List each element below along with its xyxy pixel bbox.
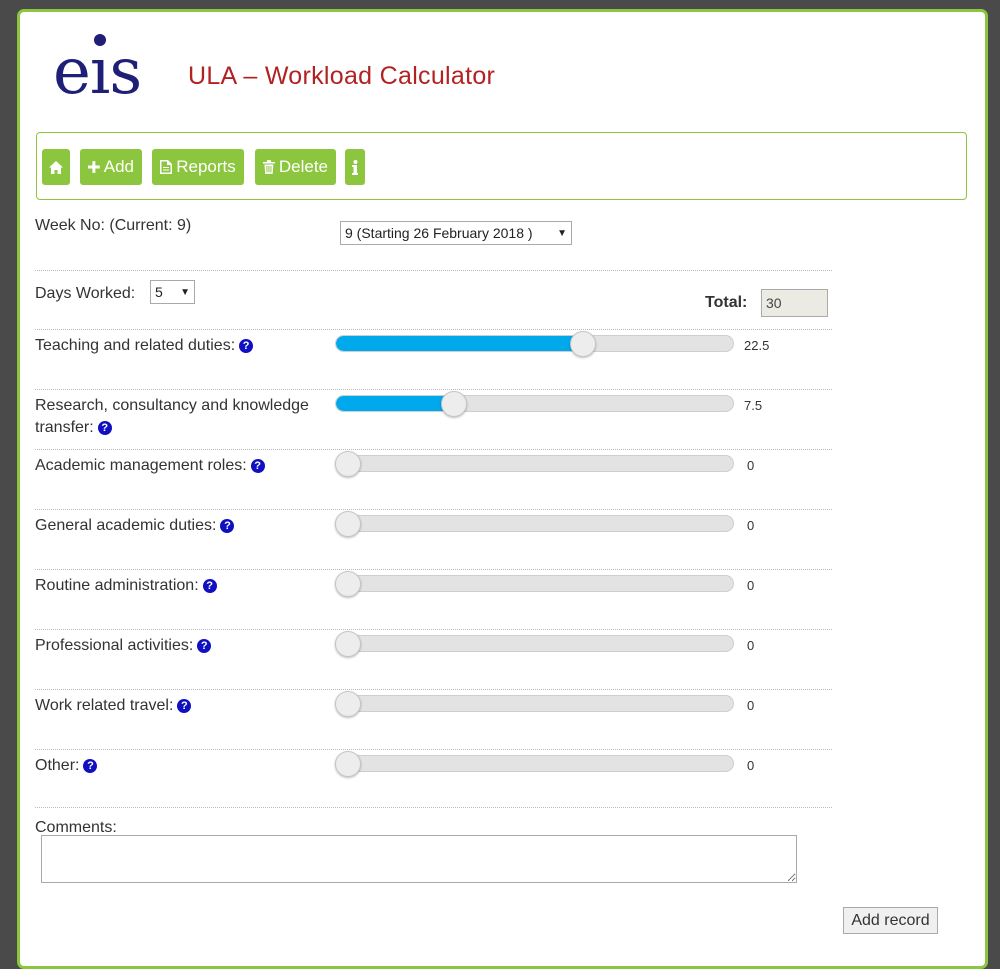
dropdown-arrow-icon: ▼ bbox=[180, 286, 190, 298]
slider-value: 0 bbox=[747, 518, 755, 533]
slider-value: 0 bbox=[747, 638, 755, 653]
divider bbox=[35, 389, 832, 390]
slider-label-text: Work related travel: bbox=[35, 697, 174, 714]
divider bbox=[35, 569, 832, 570]
slider-label-line1: Research, consultancy and knowledge bbox=[35, 397, 309, 414]
slider-label: Other:? bbox=[35, 755, 98, 777]
trash-icon bbox=[263, 160, 275, 174]
help-icon[interactable]: ? bbox=[220, 519, 235, 533]
divider bbox=[35, 449, 832, 450]
help-icon[interactable]: ? bbox=[197, 639, 212, 653]
slider-value: 0 bbox=[747, 698, 755, 713]
add-button[interactable]: Add bbox=[80, 149, 142, 185]
reports-button[interactable]: Reports bbox=[152, 149, 244, 185]
slider-fill bbox=[336, 396, 456, 411]
slider-value: 22.5 bbox=[744, 338, 770, 353]
slider-handle[interactable] bbox=[335, 691, 361, 717]
days-worked-select[interactable]: 5 ▼ bbox=[150, 280, 195, 304]
help-icon[interactable]: ? bbox=[239, 339, 254, 353]
slider-label: Routine administration:? bbox=[35, 575, 217, 597]
slider-track[interactable] bbox=[335, 395, 734, 412]
slider-fill bbox=[336, 336, 584, 351]
slider-label-text: Professional activities: bbox=[35, 637, 194, 654]
eis-logo: eı s bbox=[53, 34, 142, 109]
slider-handle[interactable] bbox=[441, 391, 468, 417]
info-icon bbox=[352, 159, 358, 175]
divider bbox=[35, 749, 832, 750]
slider-handle[interactable] bbox=[335, 511, 361, 537]
slider-value: 0 bbox=[747, 578, 755, 593]
delete-label: Delete bbox=[278, 157, 328, 176]
add-label: Add bbox=[103, 157, 134, 176]
total-label: Total: bbox=[705, 294, 748, 311]
slider-handle[interactable] bbox=[335, 751, 361, 777]
slider-handle[interactable] bbox=[335, 571, 361, 597]
slider-track[interactable] bbox=[335, 335, 734, 352]
slider-label-line2: transfer: bbox=[35, 419, 94, 436]
divider bbox=[35, 629, 832, 630]
slider-label-text: General academic duties: bbox=[35, 517, 217, 534]
delete-button[interactable]: Delete bbox=[255, 149, 336, 185]
home-button[interactable] bbox=[42, 149, 70, 185]
help-icon[interactable]: ? bbox=[202, 579, 217, 593]
slider-label-text: Other: bbox=[35, 757, 80, 774]
slider-value: 0 bbox=[747, 758, 755, 773]
week-select[interactable]: 9 (Starting 26 February 2018 ) ▼ bbox=[340, 221, 572, 245]
divider bbox=[35, 689, 832, 690]
toolbar: Add Reports Delete bbox=[36, 132, 967, 200]
document-icon bbox=[160, 160, 173, 174]
app-window: eı s ULA – Workload Calculator Add Report… bbox=[17, 9, 988, 969]
slider-label-text: Routine administration: bbox=[35, 577, 199, 594]
days-worked-label: Days Worked: bbox=[35, 285, 136, 302]
help-icon[interactable]: ? bbox=[97, 421, 112, 435]
slider-value: 0 bbox=[747, 458, 755, 473]
slider-label: Teaching and related duties:? bbox=[35, 335, 254, 357]
slider-label-text: Teaching and related duties: bbox=[35, 337, 236, 354]
slider-handle[interactable] bbox=[569, 331, 596, 357]
plus-icon bbox=[88, 161, 100, 173]
slider-value: 7.5 bbox=[744, 398, 763, 413]
slider-label: Professional activities:? bbox=[35, 635, 212, 657]
slider-label: Research, consultancy and knowledge trans… bbox=[35, 395, 309, 439]
slider-handle[interactable] bbox=[335, 451, 361, 477]
add-record-button[interactable]: Add record bbox=[843, 907, 938, 934]
total-field: 30 bbox=[761, 289, 828, 317]
slider-track[interactable] bbox=[335, 755, 734, 772]
reports-label: Reports bbox=[176, 157, 236, 176]
help-icon[interactable]: ? bbox=[83, 759, 98, 773]
slider-handle[interactable] bbox=[335, 631, 361, 657]
divider bbox=[35, 807, 832, 808]
days-worked-value: 5 bbox=[155, 284, 163, 300]
home-icon bbox=[49, 160, 63, 174]
slider-track[interactable] bbox=[335, 455, 734, 472]
slider-track[interactable] bbox=[335, 575, 734, 592]
slider-label-text: Academic management roles: bbox=[35, 457, 247, 474]
slider-track[interactable] bbox=[335, 515, 734, 532]
dropdown-arrow-icon: ▼ bbox=[557, 227, 567, 239]
week-label: Week No: (Current: 9) bbox=[35, 217, 192, 234]
slider-track[interactable] bbox=[335, 695, 734, 712]
slider-label: Academic management roles:? bbox=[35, 455, 265, 477]
slider-track[interactable] bbox=[335, 635, 734, 652]
slider-label: General academic duties:? bbox=[35, 515, 235, 537]
divider bbox=[35, 270, 832, 271]
slider-label: Work related travel:? bbox=[35, 695, 192, 717]
week-select-value: 9 (Starting 26 February 2018 ) bbox=[345, 225, 533, 241]
comments-textarea[interactable] bbox=[41, 835, 797, 883]
info-button[interactable] bbox=[345, 149, 365, 185]
help-icon[interactable]: ? bbox=[177, 699, 192, 713]
divider bbox=[35, 509, 832, 510]
help-icon[interactable]: ? bbox=[250, 459, 265, 473]
divider bbox=[35, 329, 832, 330]
page-title: ULA – Workload Calculator bbox=[188, 62, 496, 90]
